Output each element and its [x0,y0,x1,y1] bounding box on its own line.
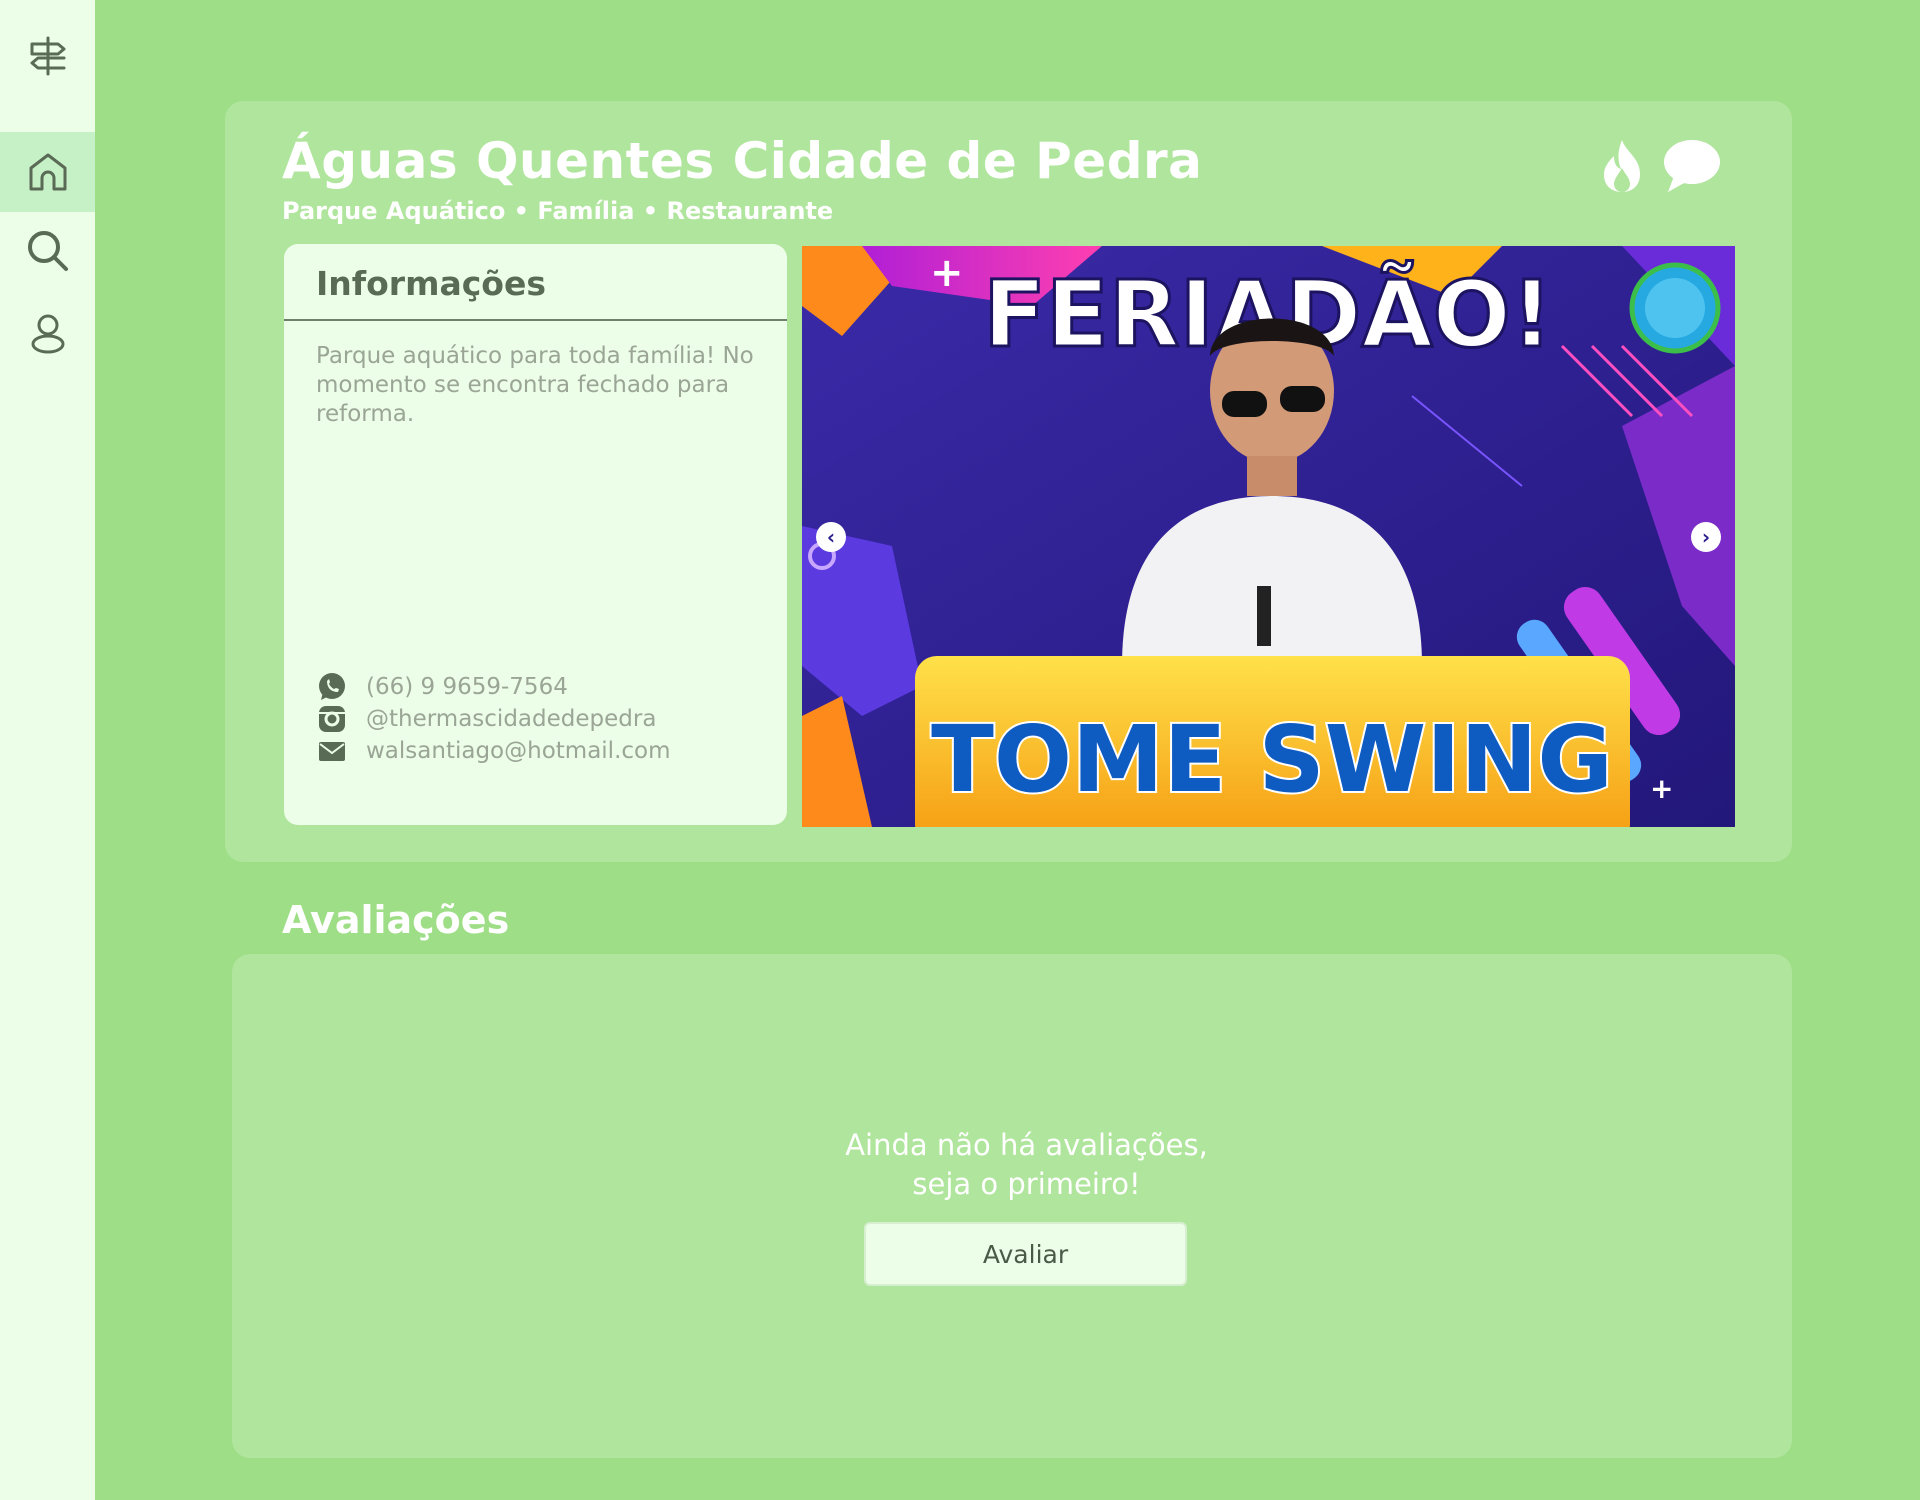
home-icon [29,153,66,191]
rate-button[interactable]: Avaliar [864,1222,1187,1286]
chat-bubble-icon [1664,140,1720,192]
signpost-icon [30,36,65,76]
info-panel: Informações Parque aquático para toda fa… [284,244,787,825]
place-categories: Parque Aquático • Família • Restaurante [282,197,834,225]
image-carousel[interactable]: FERIADÃO! TOME SWING + + ‹ › [802,246,1735,827]
reviews-card [232,954,1792,1458]
info-heading: Informações [284,244,787,321]
contact-phone[interactable]: (66) 9 9659-7564 [317,671,671,703]
contact-email[interactable]: walsantiago@hotmail.com [317,735,671,767]
phone-number: (66) 9 9659-7564 [366,674,568,700]
contact-instagram[interactable]: @thermascidadedepedra [317,703,671,735]
carousel-prev-button[interactable]: ‹ [816,522,846,552]
instagram-handle: @thermascidadedepedra [366,706,657,732]
reviews-empty-message: Ainda não há avaliações, seja o primeiro… [0,1126,1920,1204]
carousel-next-button[interactable]: › [1691,522,1721,552]
sidebar-item-search[interactable] [0,211,95,291]
info-description: Parque aquático para toda família! No mo… [316,343,754,427]
empty-line-2: seja o primeiro! [912,1167,1141,1201]
svg-text:+: + [1650,772,1673,805]
fire-icon [1604,140,1640,192]
reviews-title: Avaliações [282,898,510,942]
fire-button[interactable] [1600,138,1644,194]
mail-icon [319,742,345,761]
contact-list: (66) 9 9659-7564 @thermascidadedepedra w… [317,671,671,767]
email-address: walsantiago@hotmail.com [366,738,671,764]
sidebar-item-directions[interactable] [0,16,95,96]
whatsapp-icon [319,673,345,700]
chat-button[interactable] [1662,138,1722,194]
sidebar-item-home[interactable] [0,132,95,212]
place-title: Águas Quentes Cidade de Pedra [282,132,1203,190]
sidebar-item-profile[interactable] [0,294,95,374]
sidebar [0,0,95,1500]
search-icon [27,231,68,271]
user-icon [30,314,65,354]
banner-footer: TOME SWING [931,706,1613,813]
event-banner-image: FERIADÃO! TOME SWING + + [802,246,1735,827]
instagram-icon [319,706,345,732]
empty-line-1: Ainda não há avaliações, [845,1128,1208,1162]
svg-text:+: + [930,250,964,296]
